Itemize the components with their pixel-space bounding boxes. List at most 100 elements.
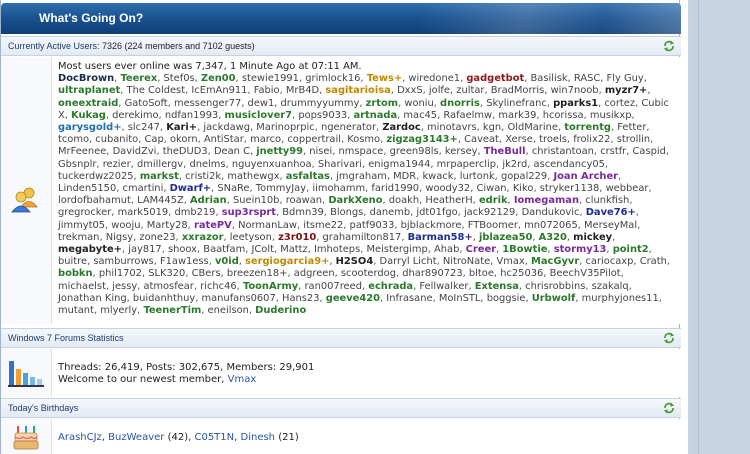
active-user-link[interactable]: Nigsy	[106, 232, 133, 243]
active-user-link[interactable]: Kiko	[513, 183, 534, 194]
active-user-link[interactable]: christantoan	[532, 146, 594, 157]
active-user-link[interactable]: sup3rsprt	[222, 207, 276, 218]
active-user-link[interactable]: megabyte+	[58, 244, 122, 255]
active-user-link[interactable]: stryker1138	[540, 183, 600, 194]
active-user-link[interactable]: MrFeenee	[58, 146, 106, 157]
newest-member-link[interactable]: Vmax	[228, 374, 257, 385]
active-user-link[interactable]: Urbwolf	[532, 293, 576, 304]
active-user-link[interactable]: Kosmo	[347, 134, 380, 145]
active-user-link[interactable]: gopal229	[501, 171, 547, 182]
active-user-link[interactable]: frolix22	[573, 134, 610, 145]
active-user-link[interactable]: webbear	[606, 183, 649, 194]
active-user-link[interactable]: clunkfish	[585, 195, 629, 206]
active-user-link[interactable]: BradMorris	[491, 85, 545, 96]
birthday-user-link[interactable]: C05T1N	[194, 432, 234, 443]
active-user-link[interactable]: richc46	[200, 281, 237, 292]
active-user-link[interactable]: MrB4D	[286, 85, 319, 96]
active-user-link[interactable]: TommyJay	[256, 183, 306, 194]
active-user-link[interactable]: breezen18+	[227, 268, 288, 279]
active-user-link[interactable]: Ciwan	[477, 183, 507, 194]
active-user-link[interactable]: boggsie	[487, 293, 526, 304]
active-user-link[interactable]: Joan Archer	[553, 171, 618, 182]
active-user-link[interactable]: bjblackmore	[401, 220, 462, 231]
active-user-link[interactable]: ToonArmy	[243, 281, 298, 292]
active-user-link[interactable]: theDUD3	[163, 146, 208, 157]
active-user-link[interactable]: ascendancy05	[534, 159, 605, 170]
active-user-link[interactable]: sergiogarcia9+	[245, 256, 329, 267]
active-user-link[interactable]: tcomo	[58, 134, 89, 145]
active-user-link[interactable]: Jonathan King	[58, 293, 127, 304]
active-user-link[interactable]: jimmyt05	[58, 220, 105, 231]
active-user-link[interactable]: green98ls	[390, 146, 439, 157]
active-user-link[interactable]: wooju	[111, 220, 140, 231]
active-user-link[interactable]: ngenerator	[321, 122, 376, 133]
active-user-link[interactable]: artnada	[353, 110, 397, 121]
active-user-link[interactable]: Caspid	[633, 146, 666, 157]
active-user-link[interactable]: Dandukovic	[522, 207, 580, 218]
active-user-link[interactable]: Fetter	[617, 122, 646, 133]
active-user-link[interactable]: Caveat	[464, 134, 499, 145]
active-user-link[interactable]: torrentg	[564, 122, 611, 133]
active-user-link[interactable]: kwack	[422, 171, 453, 182]
active-user-link[interactable]: Vmax	[496, 256, 524, 267]
active-user-link[interactable]: dmb219	[174, 207, 215, 218]
active-user-link[interactable]: MDR	[393, 171, 416, 182]
active-user-link[interactable]: scooterdog	[341, 268, 396, 279]
active-user-link[interactable]: JColt	[251, 244, 273, 255]
active-user-link[interactable]: jack92129	[464, 207, 515, 218]
active-user-link[interactable]: zigzag3143+	[386, 134, 457, 145]
active-user-link[interactable]: stewie1991	[242, 73, 299, 84]
active-user-link[interactable]: messenger77	[174, 98, 241, 109]
birthday-user-link[interactable]: BuzWeaver	[108, 432, 164, 443]
birthday-user-link[interactable]: Dinesh	[241, 432, 276, 443]
active-user-link[interactable]: pops9033	[298, 110, 347, 121]
active-user-link[interactable]: win7noob	[551, 85, 599, 96]
active-user-link[interactable]: strollin	[617, 134, 650, 145]
active-user-link[interactable]: point2	[613, 244, 649, 255]
active-user-link[interactable]: cmartini	[123, 183, 164, 194]
active-user-link[interactable]: jblazea50	[479, 232, 532, 243]
active-user-link[interactable]: lordofbahamut	[58, 195, 131, 206]
active-user-link[interactable]: DocBrown	[58, 73, 114, 84]
active-user-link[interactable]: pparks1	[553, 98, 598, 109]
active-user-link[interactable]: Kukag	[71, 110, 106, 121]
active-user-link[interactable]: MacGyvr	[531, 256, 579, 267]
active-user-link[interactable]: CBers	[192, 268, 221, 279]
active-user-link[interactable]: nguyenxuanhoa	[232, 159, 312, 170]
active-user-link[interactable]: myzr7+	[605, 85, 648, 96]
active-user-link[interactable]: IcEmAn911	[191, 85, 247, 96]
active-user-link[interactable]: markst	[140, 171, 179, 182]
active-users-link[interactable]: Currently Active Users	[8, 41, 97, 51]
active-user-link[interactable]: dmillergv	[137, 159, 183, 170]
active-user-link[interactable]: gadgetbot	[466, 73, 524, 84]
active-user-link[interactable]: asfaltas	[286, 171, 330, 182]
active-user-link[interactable]: michaelst	[58, 281, 106, 292]
active-user-link[interactable]: derekimo	[112, 110, 158, 121]
active-user-link[interactable]: jnetty99	[256, 146, 303, 157]
active-user-link[interactable]: musikxp	[590, 110, 632, 121]
active-user-link[interactable]: OldMarine	[507, 122, 558, 133]
active-user-link[interactable]: cubanito	[95, 134, 138, 145]
active-user-link[interactable]: H2SO4	[336, 256, 374, 267]
active-user-link[interactable]: cariocaxp	[586, 256, 634, 267]
active-user-link[interactable]: geeve420	[326, 293, 380, 304]
active-user-link[interactable]: woody32	[425, 183, 470, 194]
active-user-link[interactable]: atmosfear	[143, 281, 193, 292]
active-user-link[interactable]: BeechV35Pilot	[550, 268, 621, 279]
active-user-link[interactable]: mac45	[403, 110, 437, 121]
active-user-link[interactable]: Blongs	[330, 207, 363, 218]
active-user-link[interactable]: RASC	[574, 73, 600, 84]
active-user-link[interactable]: FTBoomer	[468, 220, 518, 231]
active-user-link[interactable]: szakalq	[592, 281, 629, 292]
collapse-refresh-icon[interactable]	[663, 332, 675, 344]
active-user-link[interactable]: bltoe	[469, 268, 494, 279]
active-user-link[interactable]: danemb	[370, 207, 411, 218]
active-user-link[interactable]: enigma1944	[368, 159, 430, 170]
active-user-link[interactable]: edrik	[479, 195, 508, 206]
active-user-link[interactable]: xxrazor	[182, 232, 224, 243]
active-user-link[interactable]: The Coldest	[127, 85, 186, 96]
active-user-link[interactable]: Meistergimp	[367, 244, 428, 255]
active-user-link[interactable]: Mattz	[280, 244, 308, 255]
active-user-link[interactable]: mathewgx	[227, 171, 279, 182]
active-user-link[interactable]: buidanhthuy	[133, 293, 195, 304]
